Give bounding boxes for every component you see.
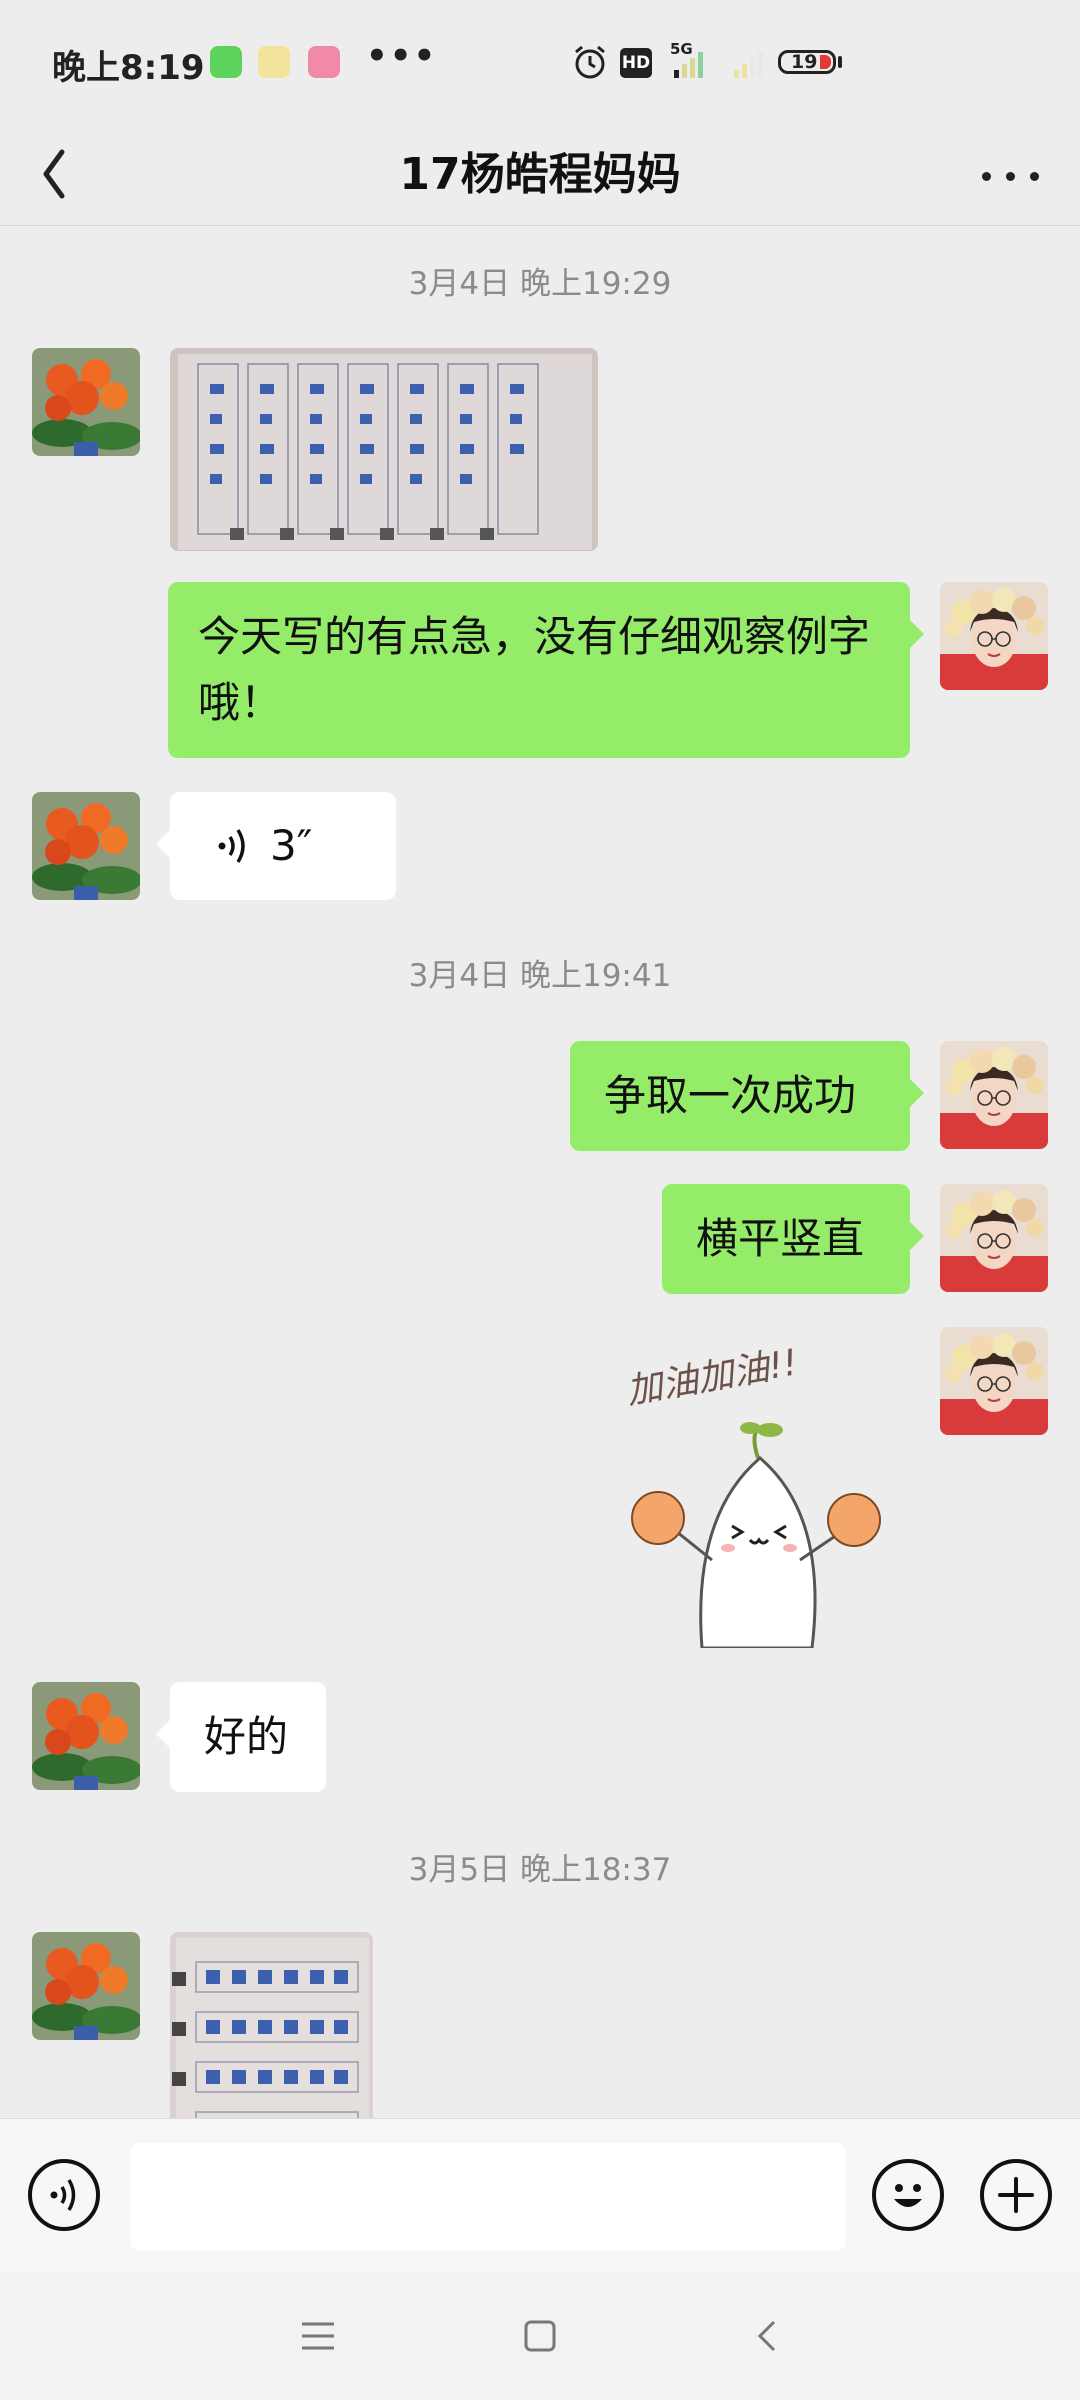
status-bar: 晚上8:19 ••• HD 5G 19: [0, 0, 1080, 120]
back-nav-icon[interactable]: [748, 2316, 788, 2356]
contact-avatar[interactable]: [32, 348, 140, 456]
status-time: 晚上8:19: [52, 48, 205, 88]
image-message[interactable]: [170, 1932, 373, 2118]
emoji-button[interactable]: [872, 2159, 944, 2231]
my-avatar[interactable]: [940, 1327, 1048, 1435]
my-avatar[interactable]: [940, 1041, 1048, 1149]
incoming-message[interactable]: 好的: [156, 1682, 326, 1792]
message-list[interactable]: 3月4日 晚上19:29 今天写的有点急，没有仔细观察例字哦！ 3″ 3月4日 …: [0, 226, 1080, 2118]
wechat-notification-icon: [210, 46, 242, 78]
home-icon[interactable]: [520, 2316, 560, 2356]
chat-input-bar: [0, 2118, 1080, 2273]
system-navigation-bar: [0, 2272, 1080, 2400]
chat-header: 17杨皓程妈妈: [0, 120, 1080, 225]
message-text: 争取一次成功: [604, 1071, 857, 1120]
menu-icon[interactable]: [298, 2316, 338, 2356]
battery-tip: [838, 56, 842, 68]
image-message[interactable]: [170, 348, 598, 551]
sticker-message[interactable]: 加油加油!!: [620, 1330, 910, 1648]
alarm-icon: [575, 45, 605, 79]
outgoing-message[interactable]: 今天写的有点急，没有仔细观察例字哦！: [168, 582, 924, 758]
timestamp: 3月4日 晚上19:29: [408, 266, 672, 302]
voice-duration: 3″: [270, 821, 313, 870]
message-text: 横平竖直: [696, 1214, 865, 1263]
timestamp: 3月5日 晚上18:37: [408, 1852, 672, 1888]
chat-title: 17杨皓程妈妈: [399, 149, 681, 200]
contact-avatar[interactable]: [32, 792, 140, 900]
hd-badge: HD: [620, 48, 652, 78]
signal-icon: [734, 52, 763, 78]
more-notifications-icon: •••: [366, 36, 438, 76]
voice-input-icon: [50, 2179, 76, 2211]
outgoing-message[interactable]: 争取一次成功: [570, 1041, 924, 1151]
emoji-icon: [894, 2184, 922, 2207]
voice-input-button[interactable]: [28, 2159, 100, 2231]
battery-icon: 19: [778, 50, 836, 74]
app-notification-icon: [258, 46, 290, 78]
voice-message[interactable]: 3″: [156, 792, 396, 900]
my-avatar[interactable]: [940, 1184, 1048, 1292]
plus-icon: [998, 2177, 1034, 2213]
more-functions-button[interactable]: [980, 2159, 1052, 2231]
outgoing-message[interactable]: 横平竖直: [662, 1184, 924, 1294]
app-notification-icon: [308, 46, 340, 78]
more-options-button[interactable]: [966, 134, 1056, 214]
timestamp: 3月4日 晚上19:41: [408, 958, 672, 994]
battery-level: 19: [791, 51, 818, 73]
contact-avatar[interactable]: [32, 1682, 140, 1790]
message-input[interactable]: [130, 2143, 846, 2251]
voice-wave-icon: [218, 829, 245, 863]
message-text: 今天写的有点急，没有仔细观察例字哦！: [198, 612, 871, 727]
message-text: 好的: [204, 1712, 289, 1761]
my-avatar[interactable]: [940, 582, 1048, 690]
contact-avatar[interactable]: [32, 1932, 140, 2040]
signal-icon: [674, 52, 703, 78]
